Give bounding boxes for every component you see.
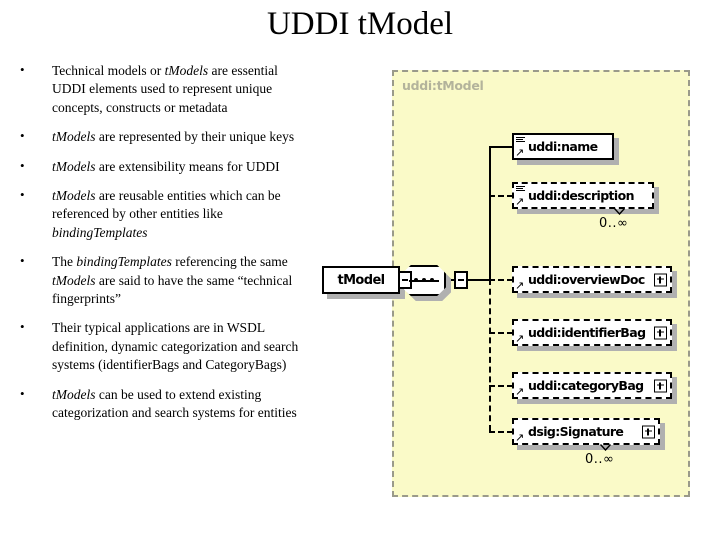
bullet-marker: • [20,62,25,77]
multiplicity-description: 0..∞ [599,216,629,231]
element-arrow-icon: ↗ [515,431,525,444]
element-arrow-icon: ↗ [515,195,525,208]
node-uddi-identifierbag-label: uddi:identifierBag [528,325,646,340]
element-lines-icon [516,186,525,194]
bullet-marker: • [20,187,25,203]
list-item: • tModels are represented by their uniqu… [0,128,300,146]
list-item: • The bindingTemplates referencing the s… [0,253,300,308]
bullet-text: Their typical applications are in WSDL d… [52,320,299,373]
expand-toggle-identifierbag[interactable] [654,326,667,339]
node-tmodel[interactable]: tModel [322,266,400,294]
connector-to-name [489,146,513,148]
sequence-dots-icon [409,278,439,282]
collapse-toggle-sequence[interactable] [454,271,468,289]
element-arrow-icon: ↗ [515,279,525,292]
element-arrow-icon: ↗ [515,332,525,345]
element-arrow-icon: ↗ [515,385,525,398]
node-dsig-signature-label: dsig:Signature [528,424,624,439]
bullet-text: tModels are reusable entities which can … [52,188,281,240]
connector-to-signature [489,431,513,433]
bullet-marker: • [20,385,25,401]
bullet-text: tModels are extensibility means for UDDI [52,158,280,174]
trunk-line-dashed [489,279,491,431]
bullet-text: tModels are represented by their unique … [52,129,295,145]
multiplicity-chevron-icon [600,444,611,451]
node-uddi-description-label: uddi:description [528,188,635,203]
expand-toggle-categorybag[interactable] [654,379,667,392]
list-item: • Technical models or tModels are essent… [0,62,300,117]
expand-toggle-overviewdoc[interactable] [654,273,667,286]
list-item: • tModels are reusable entities which ca… [0,187,300,242]
connector-to-overviewdoc [489,279,513,281]
trunk-line-solid [489,146,491,280]
node-uddi-categorybag-label: uddi:categoryBag [528,378,644,393]
connector-to-categorybag [489,385,513,387]
node-uddi-overviewdoc[interactable]: ↗ uddi:overviewDoc [512,266,672,293]
bullet-marker: • [20,128,25,144]
expand-toggle-signature[interactable] [642,425,655,438]
bullet-list: • Technical models or tModels are essent… [0,62,330,434]
node-uddi-name-label: uddi:name [528,139,598,154]
bullet-marker: • [20,319,25,335]
bullet-text: tModels can be used to extend existing c… [52,386,297,421]
connector-to-description [489,195,513,197]
multiplicity-chevron-icon [614,208,625,215]
multiplicity-signature: 0..∞ [585,452,615,467]
node-dsig-signature[interactable]: ↗ dsig:Signature [512,418,660,445]
element-lines-icon [516,137,525,145]
node-uddi-overviewdoc-label: uddi:overviewDoc [528,272,645,287]
node-uddi-categorybag[interactable]: ↗ uddi:categoryBag [512,372,672,399]
node-uddi-description[interactable]: ↗ uddi:description [512,182,654,209]
list-item: • tModels are extensibility means for UD… [0,158,300,176]
connector-to-identifierbag [489,332,513,334]
element-arrow-icon: ↗ [515,146,525,159]
node-tmodel-label: tModel [337,272,385,288]
node-uddi-identifierbag[interactable]: ↗ uddi:identifierBag [512,319,672,346]
node-uddi-name[interactable]: ↗ uddi:name [512,133,614,160]
list-item: • Their typical applications are in WSDL… [0,319,300,374]
list-item: • tModels can be used to extend existing… [0,386,300,423]
connector-toggle-to-trunk [468,279,490,281]
xsd-schema-diagram: uddi:tModel tModel ↗ uddi:name ↗ uddi:de… [322,70,690,497]
bullet-marker: • [20,157,25,173]
page-title: UDDI tModel [266,6,454,42]
bullet-text: Technical models or tModels are essentia… [52,63,278,115]
schema-panel-label: uddi:tModel [402,78,484,93]
bullet-marker: • [20,253,25,269]
bullet-text: The bindingTemplates referencing the sam… [52,254,293,307]
